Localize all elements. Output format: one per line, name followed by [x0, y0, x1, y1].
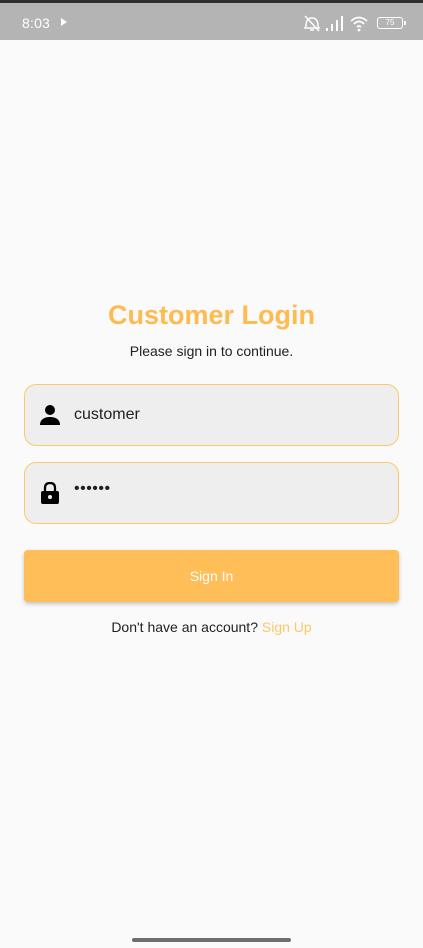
status-icons: 75	[303, 13, 406, 33]
muted-alarm-icon	[303, 15, 321, 32]
wifi-icon	[350, 16, 368, 32]
username-value[interactable]: customer	[74, 406, 374, 424]
battery-icon: 75	[377, 17, 406, 29]
page-title: Customer Login	[108, 300, 315, 330]
signup-row: Don't have an account? Sign Up	[0, 619, 423, 635]
signup-prompt: Don't have an account?	[111, 619, 258, 635]
password-field[interactable]: ••••••	[24, 462, 399, 524]
sign-in-button[interactable]: Sign In	[24, 550, 399, 602]
home-indicator[interactable]	[132, 938, 291, 942]
play-icon	[61, 18, 67, 26]
status-time: 8:03	[22, 15, 51, 31]
username-field[interactable]: customer	[24, 384, 399, 446]
signal-icon	[326, 16, 343, 31]
sign-up-link[interactable]: Sign Up	[262, 619, 312, 635]
lock-icon	[41, 482, 59, 504]
page-subtitle: Please sign in to continue.	[129, 343, 294, 359]
person-icon	[40, 405, 60, 425]
password-value[interactable]: ••••••	[74, 480, 374, 498]
login-screen: 8:03 75 Customer Login Please sign in to…	[0, 0, 423, 948]
status-bar: 8:03 75	[0, 3, 423, 40]
